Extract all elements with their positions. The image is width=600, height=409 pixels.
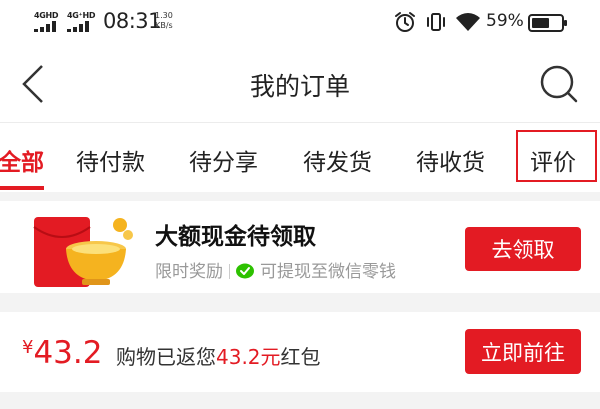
divider — [229, 264, 230, 279]
active-tab-indicator — [0, 186, 44, 190]
signal-bars-icon — [34, 21, 60, 32]
tab-pending-payment[interactable]: 待付款 — [76, 143, 145, 177]
signal-bars-icon — [67, 21, 93, 32]
net-speed-unit: KB/s — [155, 21, 173, 30]
tab-all[interactable]: 全部 — [0, 143, 44, 177]
order-tabs: 全部 待付款 待分享 待发货 待收货 评价 — [0, 122, 600, 192]
sim1-label: 4GHD — [34, 11, 59, 20]
cash-reward-subtitle: 限时奖励 可提现至微信零钱 — [155, 257, 396, 282]
vibrate-icon — [427, 13, 445, 31]
search-icon[interactable] — [539, 64, 579, 104]
cash-reward-title: 大额现金待领取 — [155, 224, 316, 250]
status-clock: 08:31 — [103, 9, 162, 33]
rebate-text-suffix: 红包 — [280, 345, 321, 369]
amount-value: 43.2 — [33, 335, 103, 371]
rebate-amount: ¥43.2 — [22, 335, 102, 371]
tab-pending-receipt[interactable]: 待收货 — [416, 143, 485, 177]
rebate-text-amount: 43.2元 — [216, 345, 281, 369]
sim2-label: 4G⁺HD — [67, 11, 96, 20]
currency-symbol: ¥ — [22, 337, 34, 358]
rebate-description: 购物已返您43.2元红包 — [116, 341, 321, 370]
tab-pending-share[interactable]: 待分享 — [189, 143, 258, 177]
network-speed: 1.30 KB/s — [155, 11, 173, 31]
page-title: 我的订单 — [249, 72, 350, 101]
status-bar: 4GHD 4G⁺HD 08:31 1.30 KB/s 59% — [0, 0, 600, 44]
cash-reward-card: 大额现金待领取 限时奖励 可提现至微信零钱 去领取 — [0, 201, 600, 293]
tab-pending-shipment[interactable]: 待发货 — [303, 143, 372, 177]
red-envelope-gold-pot-icon — [33, 217, 133, 287]
net-speed-value: 1.30 — [155, 11, 173, 20]
alarm-clock-icon — [395, 12, 415, 32]
battery-percent: 59% — [486, 11, 524, 31]
rebate-card: ¥43.2 购物已返您43.2元红包 立即前往 — [0, 312, 600, 392]
review-tab-highlight — [516, 130, 597, 182]
withdraw-to-wechat-label: 可提现至微信零钱 — [260, 262, 396, 282]
limited-time-label: 限时奖励 — [155, 262, 223, 282]
wechat-icon — [236, 263, 254, 279]
go-now-button[interactable]: 立即前往 — [465, 329, 581, 374]
wifi-icon — [456, 13, 480, 31]
rebate-text-prefix: 购物已返您 — [116, 345, 216, 369]
battery-icon — [528, 14, 567, 32]
title-bar: 我的订单 — [0, 44, 600, 122]
claim-button[interactable]: 去领取 — [465, 227, 581, 271]
